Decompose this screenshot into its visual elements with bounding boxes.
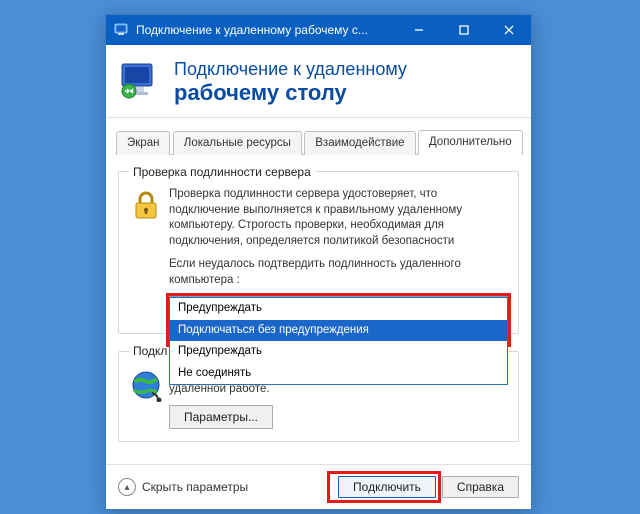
rdp-icon — [118, 60, 162, 104]
server-auth-legend: Проверка подлинности сервера — [129, 165, 315, 179]
close-button[interactable] — [486, 15, 531, 45]
server-auth-desc: Проверка подлинности сервера удостоверяе… — [169, 187, 508, 249]
chevron-up-icon: ▴ — [118, 478, 136, 496]
gateway-settings-button[interactable]: Параметры... — [169, 405, 273, 429]
globe-icon — [129, 368, 163, 405]
dialog-footer: ▴ Скрыть параметры Подключить Справка — [106, 464, 531, 509]
minimize-button[interactable] — [396, 15, 441, 45]
tab-content: Проверка подлинности сервера Проверка по… — [106, 155, 531, 462]
banner-line1: Подключение к удаленному — [174, 59, 407, 80]
hide-params-toggle[interactable]: ▴ Скрыть параметры — [118, 478, 248, 496]
server-auth-prompt: Если неудалось подтвердить подлинность у… — [169, 257, 508, 288]
tabs: Экран Локальные ресурсы Взаимодействие Д… — [116, 128, 521, 155]
window-title: Подключение к удаленному рабочему с... — [136, 23, 396, 37]
tab-experience[interactable]: Взаимодействие — [304, 131, 415, 155]
tab-display[interactable]: Экран — [116, 131, 170, 155]
maximize-button[interactable] — [441, 15, 486, 45]
tab-local[interactable]: Локальные ресурсы — [173, 131, 302, 155]
auth-mode-option[interactable]: Предупреждать — [170, 298, 507, 320]
banner: Подключение к удаленному рабочему столу — [106, 45, 531, 118]
auth-mode-option[interactable]: Предупреждать — [170, 341, 507, 363]
lock-icon — [129, 189, 163, 226]
server-auth-group: Проверка подлинности сервера Проверка по… — [118, 165, 519, 334]
auth-mode-dropdown[interactable]: Подключаться без предупреждения ▾ Предуп… — [169, 296, 508, 319]
tab-advanced[interactable]: Дополнительно — [418, 130, 523, 155]
hide-params-label: Скрыть параметры — [142, 480, 248, 494]
connect-button[interactable]: Подключить — [338, 476, 436, 498]
auth-mode-list: Предупреждать Подключаться без предупреж… — [169, 297, 508, 385]
app-icon — [114, 22, 130, 38]
auth-mode-option[interactable]: Подключаться без предупреждения — [170, 320, 507, 342]
gateway-legend: Подкл — [129, 344, 171, 358]
banner-line2: рабочему столу — [174, 80, 407, 105]
banner-text: Подключение к удаленному рабочему столу — [174, 59, 407, 105]
help-button[interactable]: Справка — [442, 476, 519, 498]
auth-mode-option[interactable]: Не соединять — [170, 363, 507, 385]
rdp-dialog: Подключение к удаленному рабочему с... — [105, 14, 532, 510]
titlebar: Подключение к удаленному рабочему с... — [106, 15, 531, 45]
